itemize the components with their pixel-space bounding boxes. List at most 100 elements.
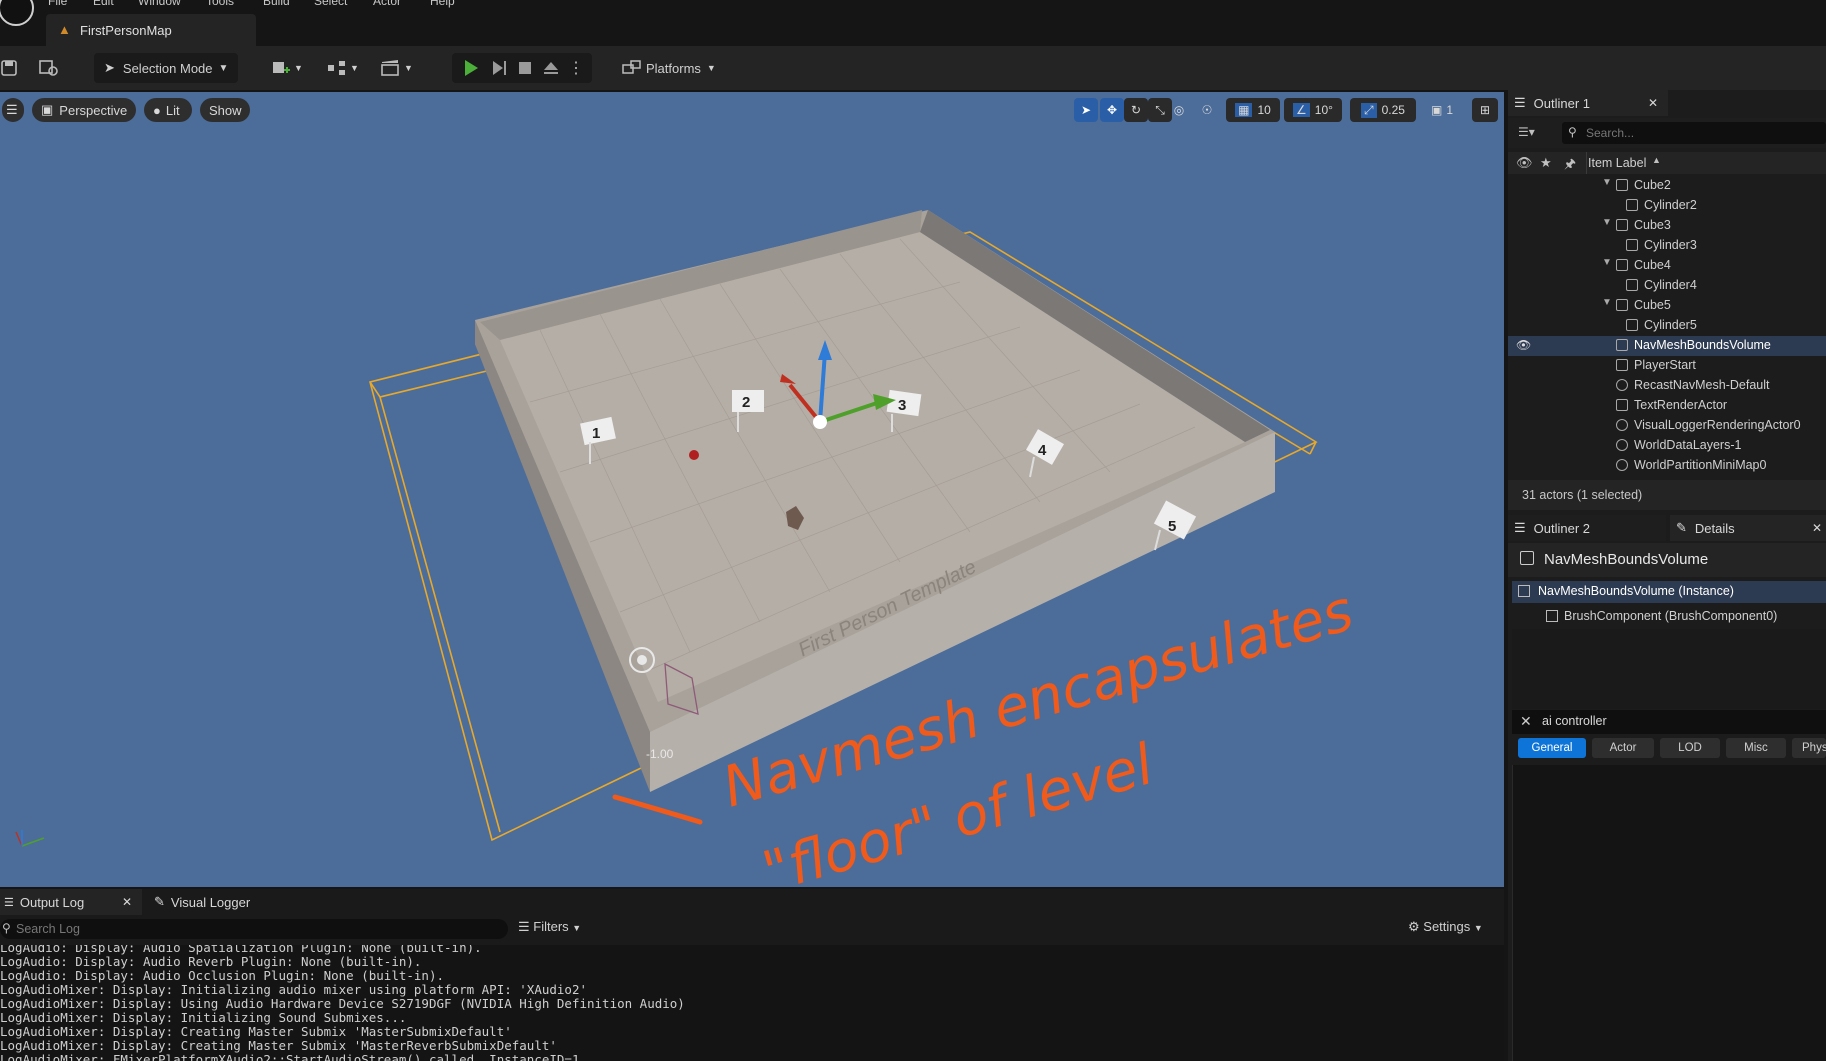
lit-button[interactable]: ● Lit: [144, 98, 192, 122]
details-search-input[interactable]: ✕ ai controller: [1512, 710, 1826, 734]
tree-row-cylinder2[interactable]: Cylinder2: [1508, 196, 1826, 216]
menu-tools[interactable]: Tools: [206, 0, 234, 8]
world-local-icon[interactable]: ◎: [1166, 98, 1192, 122]
level-viewport[interactable]: 1 2 3 4 5 First Person Template -1.00 Na…: [0, 92, 1504, 887]
show-button[interactable]: Show: [200, 98, 250, 122]
tree-row-playerstart[interactable]: PlayerStart: [1508, 356, 1826, 376]
tree-row-worldpartitionminimap[interactable]: WorldPartitionMiniMap0: [1508, 456, 1826, 476]
sphere-icon: ●: [153, 102, 161, 118]
tab-output-log[interactable]: ☰ Output Log ✕: [0, 889, 142, 915]
viewport-menu-button[interactable]: ☰: [2, 98, 24, 122]
step-forward-icon[interactable]: [490, 58, 508, 78]
viewport-layout-icon[interactable]: ⊞: [1472, 98, 1498, 122]
category-lod[interactable]: LOD: [1660, 738, 1720, 758]
tree-row-textrenderactor[interactable]: TextRenderActor: [1508, 396, 1826, 416]
perspective-button[interactable]: ▣ Perspective: [32, 98, 136, 122]
visibility-eye-icon[interactable]: 👁: [1516, 338, 1531, 352]
tree-row-navmeshboundsvolume[interactable]: 👁 NavMeshBoundsVolume: [1508, 336, 1826, 356]
pin-icon[interactable]: 🖈: [1564, 155, 1576, 177]
category-general[interactable]: General: [1518, 738, 1586, 758]
close-icon[interactable]: ✕: [1812, 521, 1822, 535]
menu-edit[interactable]: Edit: [93, 0, 114, 8]
tree-row-visualloggerrenderingactor[interactable]: VisualLoggerRenderingActor0: [1508, 416, 1826, 436]
content-browser-icon[interactable]: [38, 53, 64, 83]
menu-select[interactable]: Select: [314, 0, 347, 8]
outliner-search-input[interactable]: ⚲ Search...: [1562, 122, 1826, 144]
volume-icon: [1520, 551, 1534, 565]
rotate-icon[interactable]: ↻: [1124, 98, 1148, 122]
tree-row-recastnavmesh[interactable]: RecastNavMesh-Default: [1508, 376, 1826, 396]
visibility-eye-icon[interactable]: 👁: [1516, 155, 1533, 171]
component-row[interactable]: BrushComponent (BrushComponent0): [1512, 605, 1826, 627]
cinematics-button[interactable]: ▼: [380, 53, 420, 83]
tree-row-cube3[interactable]: ▼ Cube3: [1508, 216, 1826, 236]
tab-outliner-1[interactable]: ☰ Outliner 1 ✕: [1508, 90, 1668, 116]
instance-row[interactable]: NavMeshBoundsVolume (Instance): [1512, 581, 1826, 603]
camera-speed-button[interactable]: ▣ 1: [1424, 98, 1460, 122]
menu-actor[interactable]: Actor: [373, 0, 401, 8]
move-icon[interactable]: ✥: [1100, 98, 1124, 122]
chevron-down-icon[interactable]: ▼: [1602, 177, 1612, 188]
close-icon[interactable]: ✕: [1648, 96, 1658, 110]
settings-dropdown[interactable]: ⚙ Settings ▼: [1408, 919, 1500, 939]
select-arrow-icon[interactable]: ➤: [1074, 98, 1098, 122]
details-properties-area: [1512, 765, 1826, 1061]
blueprints-button[interactable]: ▼: [326, 53, 366, 83]
log-search-input[interactable]: ⚲ Search Log: [0, 919, 508, 939]
clear-search-icon[interactable]: ✕: [1520, 713, 1532, 730]
platforms-dropdown[interactable]: Platforms ▼: [622, 53, 722, 83]
eject-icon[interactable]: [542, 58, 560, 78]
category-misc[interactable]: Misc: [1726, 738, 1786, 758]
log-line: LogAudio: Display: Audio Occlusion Plugi…: [0, 968, 445, 983]
rotation-snap-toggle[interactable]: ∠ 10°: [1284, 98, 1342, 122]
scale-snap-toggle[interactable]: ⤢ 0.25: [1350, 98, 1416, 122]
menu-window[interactable]: Window: [138, 0, 181, 8]
add-actor-button[interactable]: ▼: [270, 53, 310, 83]
angle-icon: ∠: [1293, 103, 1310, 117]
outliner-icon: ☰: [1514, 520, 1526, 535]
tree-row-cylinder3[interactable]: Cylinder3: [1508, 236, 1826, 256]
tab-visual-logger[interactable]: ✎ Visual Logger: [148, 889, 268, 915]
sort-ascending-icon[interactable]: ▲: [1652, 155, 1661, 165]
menu-file[interactable]: File: [48, 0, 67, 8]
category-label: General: [1531, 742, 1573, 754]
outliner-search-bar: ☰▾ ⚲ Search...: [1508, 118, 1826, 148]
close-icon[interactable]: ✕: [122, 895, 132, 909]
save-icon[interactable]: [0, 53, 22, 83]
menu-help[interactable]: Help: [430, 0, 455, 8]
filter-icon[interactable]: ☰▾: [1518, 125, 1535, 139]
static-mesh-icon: [1616, 179, 1628, 191]
static-mesh-icon: [1546, 610, 1558, 622]
tree-row-cube2[interactable]: ▼ Cube2: [1508, 176, 1826, 196]
chevron-down-icon[interactable]: ▼: [1602, 217, 1612, 228]
log-output-area[interactable]: LogAudio: Display: Audio Spatialization …: [0, 945, 1504, 1061]
chevron-down-icon[interactable]: ▼: [1602, 297, 1612, 308]
surface-snap-icon[interactable]: ☉: [1194, 98, 1220, 122]
axis-indicator: [15, 830, 45, 847]
menu-build[interactable]: Build: [263, 0, 290, 8]
category-physics[interactable]: Physics: [1792, 738, 1826, 758]
tree-row-cube5[interactable]: ▼ Cube5: [1508, 296, 1826, 316]
play-icon[interactable]: [462, 58, 480, 78]
tree-row-cube4[interactable]: ▼ Cube4: [1508, 256, 1826, 276]
item-label-header[interactable]: Item Label: [1588, 156, 1646, 170]
viewport-scene[interactable]: 1 2 3 4 5 First Person Template -1.00 Na…: [0, 92, 1504, 887]
outliner-icon: ☰: [1514, 95, 1526, 110]
star-icon[interactable]: ★: [1540, 155, 1552, 171]
unreal-logo-icon[interactable]: [0, 0, 34, 26]
volume-icon: [1616, 339, 1628, 351]
tab-outliner-2[interactable]: ☰ Outliner 2: [1508, 515, 1666, 541]
tree-row-worlddatalayers[interactable]: WorldDataLayers-1: [1508, 436, 1826, 456]
category-actor[interactable]: Actor: [1592, 738, 1654, 758]
grid-snap-toggle[interactable]: ▦ 10: [1226, 98, 1280, 122]
filters-dropdown[interactable]: ☰ Filters ▼: [518, 919, 598, 939]
actor-sphere-icon: [1616, 419, 1628, 431]
tree-row-cylinder4[interactable]: Cylinder4: [1508, 276, 1826, 296]
more-options-icon[interactable]: ⋮: [568, 58, 584, 78]
level-tab[interactable]: ▲ FirstPersonMap: [46, 14, 256, 46]
tab-details[interactable]: ✎ Details ✕: [1670, 515, 1826, 541]
stop-icon[interactable]: [516, 58, 534, 78]
selection-mode-dropdown[interactable]: ➤ Selection Mode ▼: [94, 53, 238, 83]
tree-row-cylinder5[interactable]: Cylinder5: [1508, 316, 1826, 336]
chevron-down-icon[interactable]: ▼: [1602, 257, 1612, 268]
